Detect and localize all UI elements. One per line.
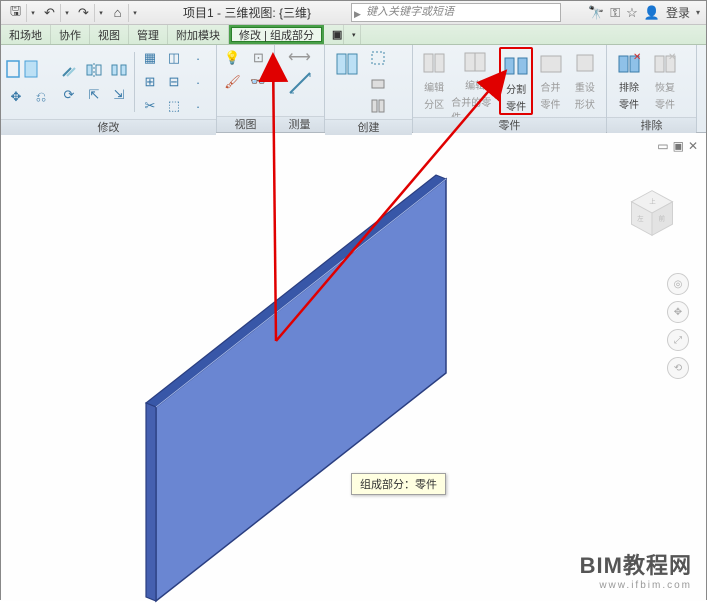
small-icon[interactable]: · [187, 47, 209, 69]
pin-icon[interactable]: ✂ [139, 95, 161, 117]
create-assembly-button[interactable] [329, 48, 365, 116]
tab-site[interactable]: 和场地 [1, 25, 51, 44]
login-button[interactable]: 登录 [666, 4, 690, 21]
qat-redo-icon[interactable]: ↷ [73, 4, 95, 22]
edit-partition-button: 编辑 分区 [417, 47, 451, 115]
unpin-icon[interactable]: ⬚ [163, 95, 185, 117]
svg-text:前: 前 [659, 213, 666, 222]
maximize-icon[interactable]: ▣ [673, 139, 684, 153]
lightbulb-icon[interactable]: 💡 [222, 47, 244, 69]
exclude-parts-button[interactable]: ✕ 排除 零件 [611, 47, 647, 115]
svg-text:左: 左 [637, 213, 644, 222]
filter-icon[interactable]: ⊡ [248, 47, 270, 69]
array2-icon[interactable]: ⊞ [139, 71, 161, 93]
svg-text:✕: ✕ [633, 52, 641, 63]
qat-save-icon[interactable]: 🖫 [5, 4, 27, 22]
split-parts-button[interactable]: 分割 零件 [499, 47, 533, 115]
array-icon[interactable]: ▦ [139, 47, 161, 69]
ribbon-group-label: 创建 [325, 119, 412, 135]
tab-modify-parts[interactable]: 修改 | 组成部分 [229, 25, 324, 44]
edit-merged-parts-button: 编辑 合并的零件 [451, 47, 499, 115]
tab-dropdown-icon[interactable]: ▾ [344, 25, 361, 44]
reset-shape-button: 重设 形状 [568, 47, 602, 115]
ribbon-group-measure: ⟷ 测量 [275, 45, 325, 132]
ribbon-group-label: 排除 [607, 117, 696, 133]
ribbon-group-create: 创建 [325, 45, 413, 132]
search-input[interactable]: 键入关键字或短语 [351, 3, 561, 22]
qat-dropdown-icon[interactable]: ▾ [29, 9, 37, 17]
svg-text:✕: ✕ [668, 52, 676, 63]
offset-icon[interactable] [58, 59, 80, 81]
small-icon[interactable]: · [187, 71, 209, 93]
ribbon-group-label: 修改 [1, 119, 216, 135]
minimize-icon[interactable]: ▭ [657, 139, 668, 153]
qat-dropdown-icon[interactable]: ▾ [63, 9, 71, 17]
tooltip: 组成部分：零件 [351, 473, 446, 495]
navigation-bar[interactable]: ◎ ✥ ⤢ ⟲ [666, 273, 690, 379]
orbit-icon[interactable]: ⟲ [667, 357, 689, 379]
binoculars-icon[interactable]: 🔭 [588, 5, 604, 21]
watermark: BIM教程网 www.ifbim.com [580, 548, 692, 591]
copy-icon[interactable]: ⎌ [30, 86, 52, 108]
extend-icon[interactable]: ⇲ [108, 84, 130, 106]
align-icon[interactable] [5, 57, 39, 83]
pan-icon[interactable]: ✥ [667, 301, 689, 323]
steering-wheel-icon[interactable]: ◎ [667, 273, 689, 295]
measure-icon[interactable] [286, 69, 314, 102]
zoom-icon[interactable]: ⤢ [667, 329, 689, 351]
star-icon[interactable]: ☆ [626, 5, 638, 21]
tab-collaborate[interactable]: 协作 [51, 25, 90, 44]
rotate-icon[interactable]: ⟳ [58, 84, 80, 106]
close-icon[interactable]: ✕ [688, 139, 698, 153]
viewport[interactable]: ▭ ▣ ✕ 上 左 前 ◎ ✥ ⤢ ⟲ 组成部分：零件 BIM教程网 www.i… [1, 133, 706, 601]
tab-manage[interactable]: 管理 [129, 25, 168, 44]
ribbon-group-view: 💡 ⊡ 🖌 👓 视图 [217, 45, 275, 132]
svg-text:上: 上 [649, 197, 656, 206]
qat-dropdown-icon[interactable]: ▾ [97, 9, 105, 17]
model-part[interactable] [106, 173, 466, 603]
chevron-down-icon[interactable]: ▾ [696, 8, 700, 17]
create-parts-icon[interactable] [367, 95, 389, 117]
split-icon[interactable]: ⊟ [163, 71, 185, 93]
qat-undo-icon[interactable]: ↶ [39, 4, 61, 22]
tab-view[interactable]: 视图 [90, 25, 129, 44]
ribbon-tabs: 和场地 协作 视图 管理 附加模块 修改 | 组成部分 ▣ ▾ [1, 25, 706, 45]
watermark-url: www.ifbim.com [580, 580, 692, 591]
ribbon-group-label: 视图 [217, 116, 274, 132]
dimension-icon[interactable]: ⟷ [288, 47, 311, 67]
view-cube[interactable]: 上 左 前 [624, 185, 680, 241]
window-title: 项目1 - 三维视图: {三维} [183, 4, 311, 21]
scale-icon[interactable]: ◫ [163, 47, 185, 69]
create-similar-icon[interactable] [367, 71, 389, 93]
qat-print-icon[interactable]: ⌂ [107, 4, 129, 22]
paint-icon[interactable]: 🖌 [222, 71, 244, 93]
view-controls: ▭ ▣ ✕ [657, 139, 698, 153]
ribbon-group-label: 零件 [413, 117, 606, 133]
tab-help-icon[interactable]: ▣ [324, 25, 344, 44]
merge-parts-button: 合并 零件 [533, 47, 567, 115]
mirror2-icon[interactable] [108, 59, 130, 81]
title-right: 🔭 ⚿ ☆ 👤 登录 ▾ [588, 4, 700, 21]
create-group-icon[interactable] [367, 47, 389, 69]
ribbon-group-parts: 编辑 分区 编辑 合并的零件 分割 零件 合并 零件 重设 形状 [413, 45, 607, 132]
trim-icon[interactable]: ⇱ [83, 84, 105, 106]
glasses-icon[interactable]: 👓 [248, 71, 270, 93]
ribbon: ✥ ⎌ ⟳ ⇱ ⇲ ▦ ◫ · [1, 45, 706, 133]
mirror-icon[interactable] [83, 59, 105, 81]
move-icon[interactable]: ✥ [5, 86, 27, 108]
key-icon[interactable]: ⚿ [610, 5, 620, 21]
tab-addins[interactable]: 附加模块 [168, 25, 229, 44]
watermark-title: BIM教程网 [580, 548, 692, 580]
ribbon-group-modify: ✥ ⎌ ⟳ ⇱ ⇲ ▦ ◫ · [1, 45, 217, 132]
title-bar: 🖫 ▾ ↶ ▾ ↷ ▾ ⌂ ▾ 项目1 - 三维视图: {三维} 键入关键字或短… [1, 1, 706, 25]
ribbon-group-exclude: ✕ 排除 零件 ✕ 恢复 零件 排除 [607, 45, 697, 132]
ribbon-group-label: 测量 [275, 116, 324, 132]
small-icon[interactable]: · [187, 95, 209, 117]
restore-parts-button: ✕ 恢复 零件 [647, 47, 683, 115]
user-icon[interactable]: 👤 [644, 5, 660, 21]
qat-dropdown-icon[interactable]: ▾ [131, 9, 139, 17]
quick-access-toolbar: 🖫 ▾ ↶ ▾ ↷ ▾ ⌂ ▾ [1, 4, 143, 22]
